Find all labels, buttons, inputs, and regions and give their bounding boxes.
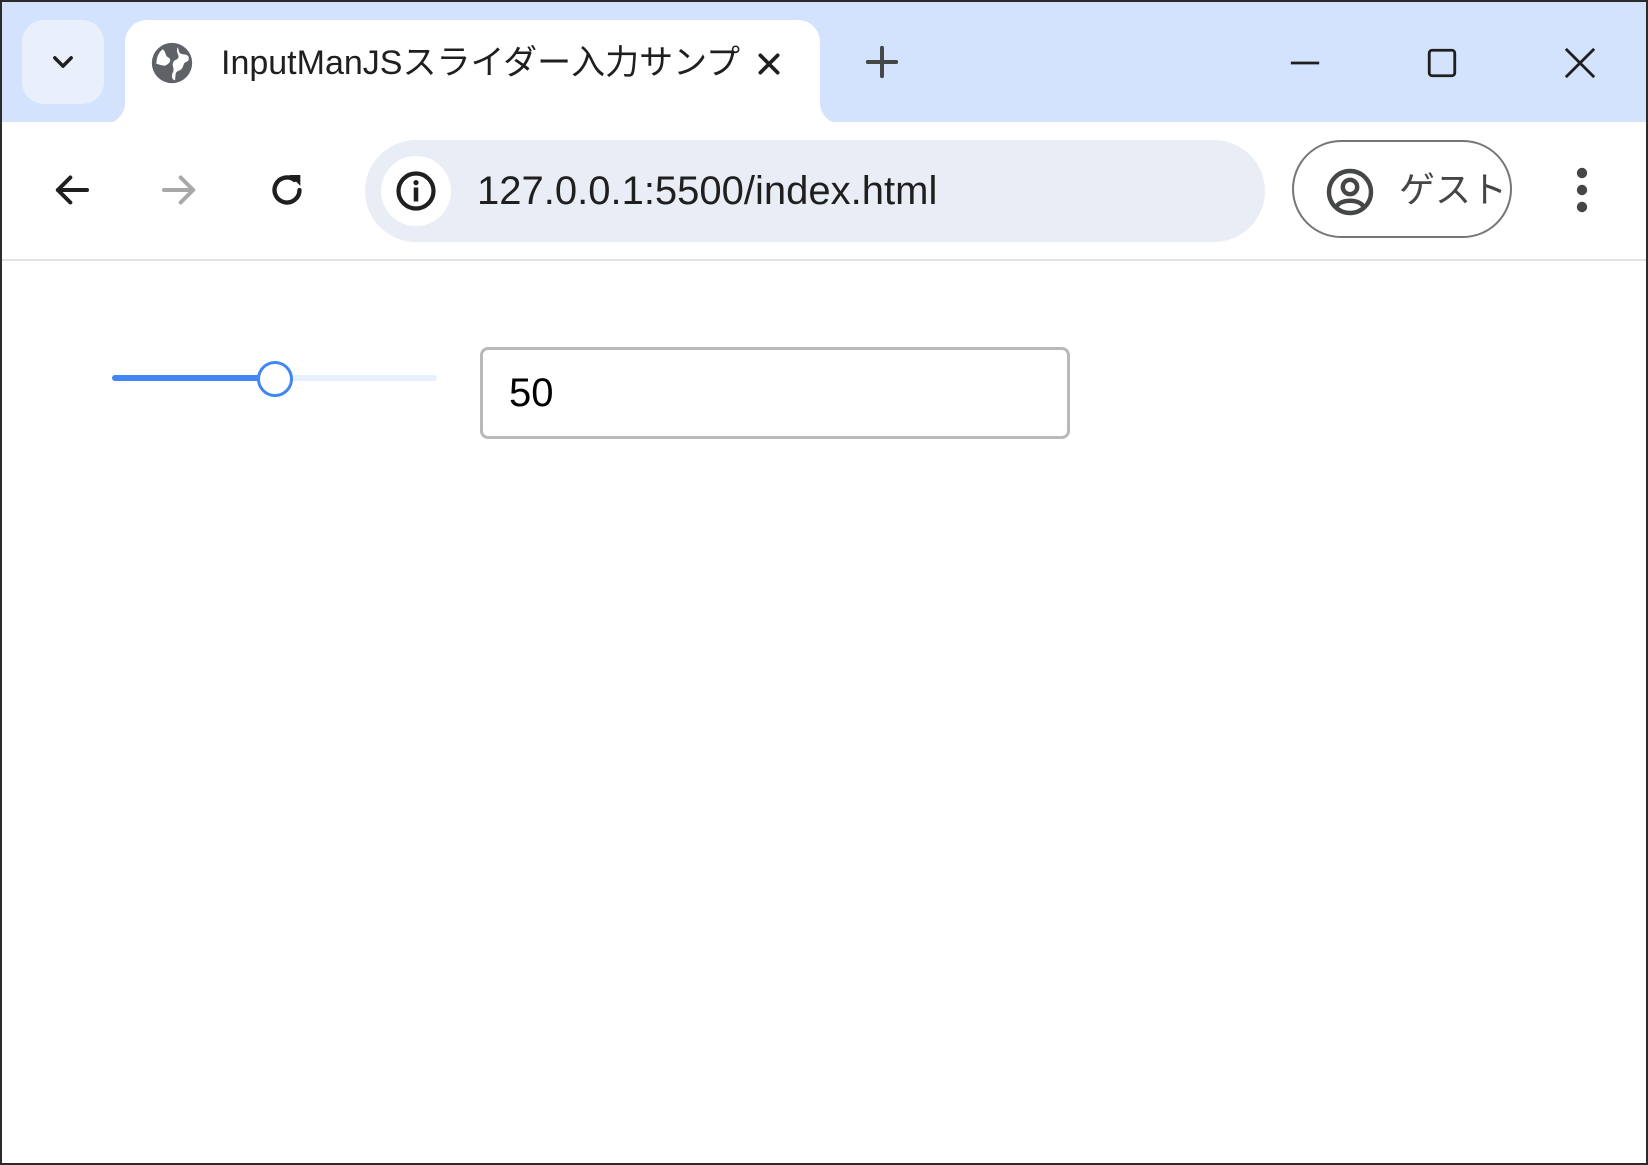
reload-icon <box>272 175 302 205</box>
tab-close-button[interactable] <box>750 45 788 83</box>
address-bar[interactable]: 127.0.0.1:5500/index.html <box>365 140 1265 242</box>
tab-strip: InputManJSスライダー入力サンプル <box>2 2 1646 124</box>
minimize-icon <box>1290 61 1320 65</box>
new-tab-button[interactable] <box>860 40 904 84</box>
maximize-button[interactable] <box>1417 38 1467 88</box>
maximize-icon <box>1427 48 1457 78</box>
reload-button[interactable] <box>251 154 323 226</box>
page-content <box>2 261 1646 1163</box>
profile-button[interactable]: ゲスト <box>1292 140 1512 238</box>
close-icon <box>1564 47 1596 79</box>
profile-label: ゲスト <box>1399 169 1508 210</box>
arrow-left-icon <box>55 175 89 205</box>
globe-icon <box>151 42 193 84</box>
account-circle-icon <box>1326 168 1374 216</box>
slider-thumb[interactable] <box>256 361 293 397</box>
more-vertical-icon <box>1576 167 1588 213</box>
minimize-button[interactable] <box>1280 38 1330 88</box>
browser-menu-button[interactable] <box>1554 162 1610 218</box>
value-input[interactable] <box>480 347 1070 439</box>
info-icon <box>396 171 436 211</box>
browser-toolbar: 127.0.0.1:5500/index.html ゲスト <box>2 122 1646 261</box>
url-text: 127.0.0.1:5500/index.html <box>477 169 938 213</box>
arrow-right-icon <box>162 175 196 205</box>
site-info-button[interactable] <box>381 156 451 226</box>
window-close-button[interactable] <box>1555 38 1605 88</box>
tab-search-button[interactable] <box>22 20 104 104</box>
slider-fill <box>112 375 275 381</box>
tab-title: InputManJSスライダー入力サンプル <box>221 44 741 82</box>
close-icon <box>758 53 780 75</box>
back-button[interactable] <box>36 154 108 226</box>
value-slider[interactable] <box>112 356 437 400</box>
forward-button[interactable] <box>143 154 215 226</box>
plus-icon <box>865 45 899 79</box>
active-tab[interactable]: InputManJSスライダー入力サンプル <box>103 20 842 124</box>
chevron-down-icon <box>53 56 73 68</box>
browser-window: InputManJSスライダー入力サンプル 127.0.0.1:5500/ind… <box>0 0 1648 1165</box>
